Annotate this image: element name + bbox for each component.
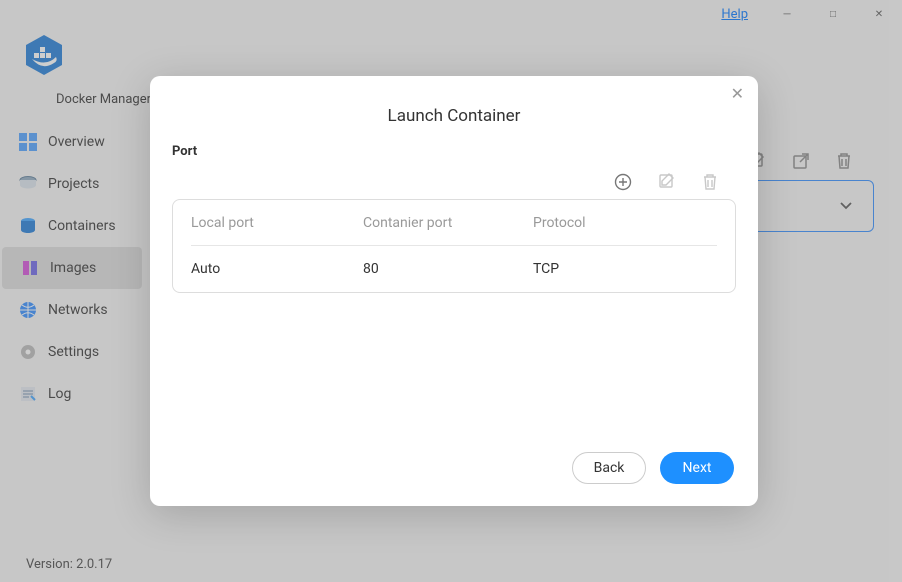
port-table: Local port Contanier port Protocol Auto …	[172, 199, 736, 293]
col-protocol: Protocol	[533, 215, 717, 231]
close-icon[interactable]: ✕	[731, 86, 744, 102]
cell-container-port: 80	[363, 261, 533, 277]
add-port-icon[interactable]	[614, 173, 632, 191]
launch-container-modal: ✕ Launch Container Port Local port Conta…	[150, 76, 758, 506]
cell-local-port: Auto	[191, 261, 363, 277]
modal-title: Launch Container	[150, 106, 758, 126]
port-section-label: Port	[172, 144, 736, 159]
next-button[interactable]: Next	[660, 452, 734, 484]
port-row[interactable]: Auto 80 TCP	[191, 246, 717, 292]
col-local-port: Local port	[191, 215, 363, 231]
col-container-port: Contanier port	[363, 215, 533, 231]
edit-port-icon[interactable]	[658, 173, 676, 191]
back-button[interactable]: Back	[572, 452, 646, 484]
delete-port-icon[interactable]	[702, 173, 718, 191]
cell-protocol: TCP	[533, 261, 717, 277]
